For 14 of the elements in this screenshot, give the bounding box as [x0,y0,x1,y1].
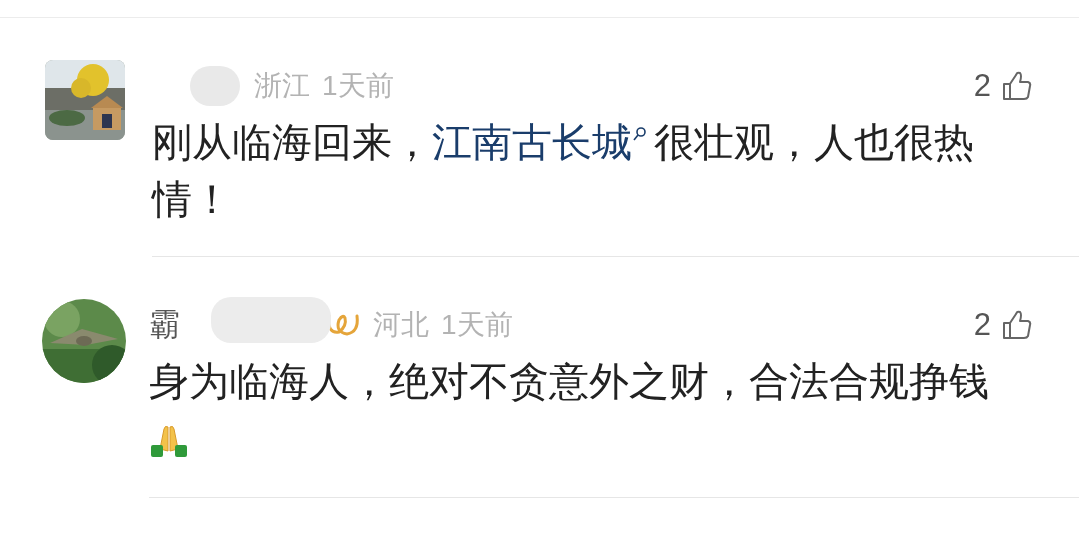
like-button[interactable]: 2 [973,62,1033,110]
timestamp: 1天前 [322,69,394,103]
like-button[interactable]: 2 [973,301,1033,349]
praying-hands-icon [149,423,189,460]
region-label: 河北 [373,308,429,342]
thumbs-up-icon [1001,309,1033,341]
comment-text: 身为临海人，绝对不贪意外之财，合法合规挣钱 [149,353,1019,467]
topic-link[interactable]: 江南古长城 [432,120,632,164]
comment-text: 刚从临海回来，江南古长城 很壮观，人也很热情！ [152,119,975,223]
timestamp: 1天前 [441,308,513,342]
search-icon [632,126,648,142]
thumbs-up-icon [1001,70,1033,102]
region-label: 浙江 [254,69,310,103]
user-name[interactable]: 霸 [149,301,180,349]
